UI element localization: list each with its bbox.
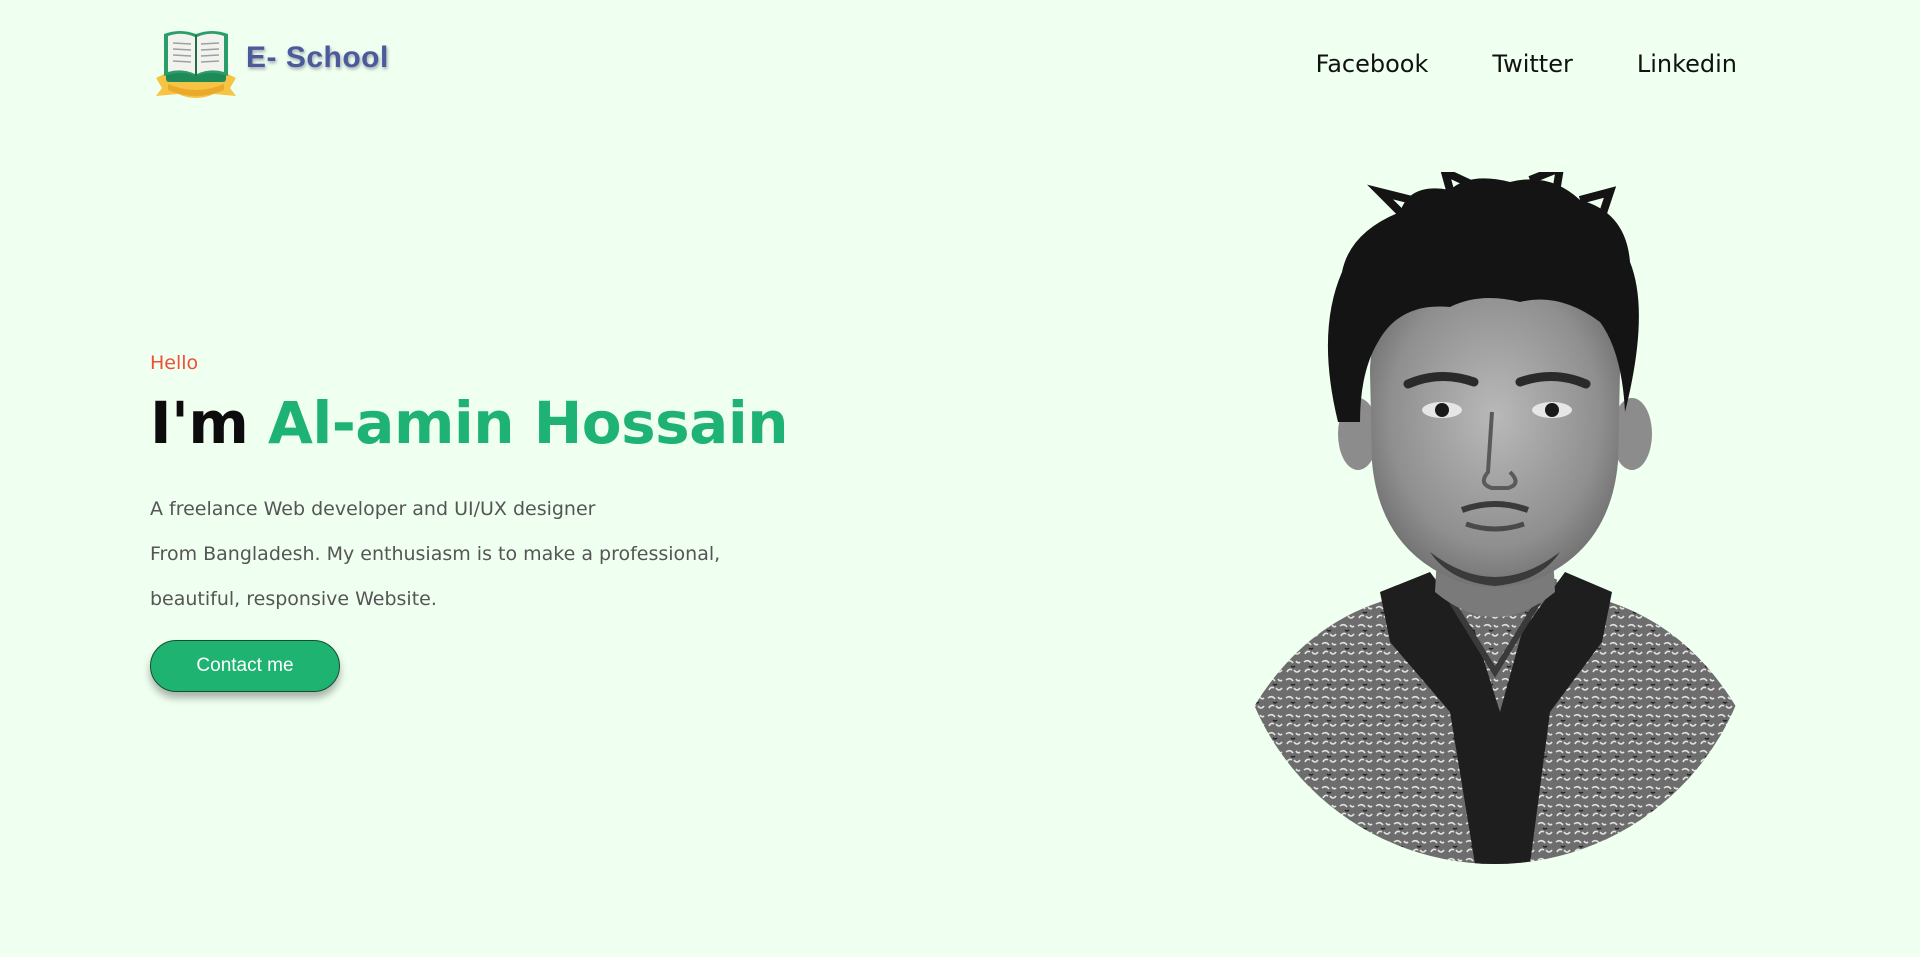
headline-name: Al-amin Hossain [267, 389, 789, 457]
hero-description: A freelance Web developer and UI/UX desi… [150, 487, 870, 622]
site-header: E- School Facebook Twitter Linkedin [0, 0, 1920, 130]
description-line: A freelance Web developer and UI/UX desi… [150, 497, 596, 520]
nav-link-twitter[interactable]: Twitter [1492, 50, 1572, 78]
open-book-icon [154, 26, 238, 104]
logo-text: E- School [246, 41, 389, 74]
profile-portrait [1230, 172, 1760, 864]
contact-me-button[interactable]: Contact me [150, 639, 340, 692]
top-nav: Facebook Twitter Linkedin [1316, 50, 1737, 78]
description-line: beautiful, responsive Website. [150, 587, 437, 610]
hero-section: Hello I'm Al-amin Hossain A freelance We… [150, 352, 870, 692]
logo-link[interactable]: E- School [154, 26, 389, 104]
description-line: From Bangladesh. My enthusiasm is to mak… [150, 542, 721, 565]
nav-link-facebook[interactable]: Facebook [1316, 50, 1429, 78]
page-title: I'm Al-amin Hossain [150, 390, 870, 457]
nav-link-linkedin[interactable]: Linkedin [1637, 50, 1737, 78]
page: E- School Facebook Twitter Linkedin Hell… [0, 0, 1920, 957]
headline-prefix: I'm [150, 389, 268, 457]
greeting-text: Hello [150, 352, 199, 374]
